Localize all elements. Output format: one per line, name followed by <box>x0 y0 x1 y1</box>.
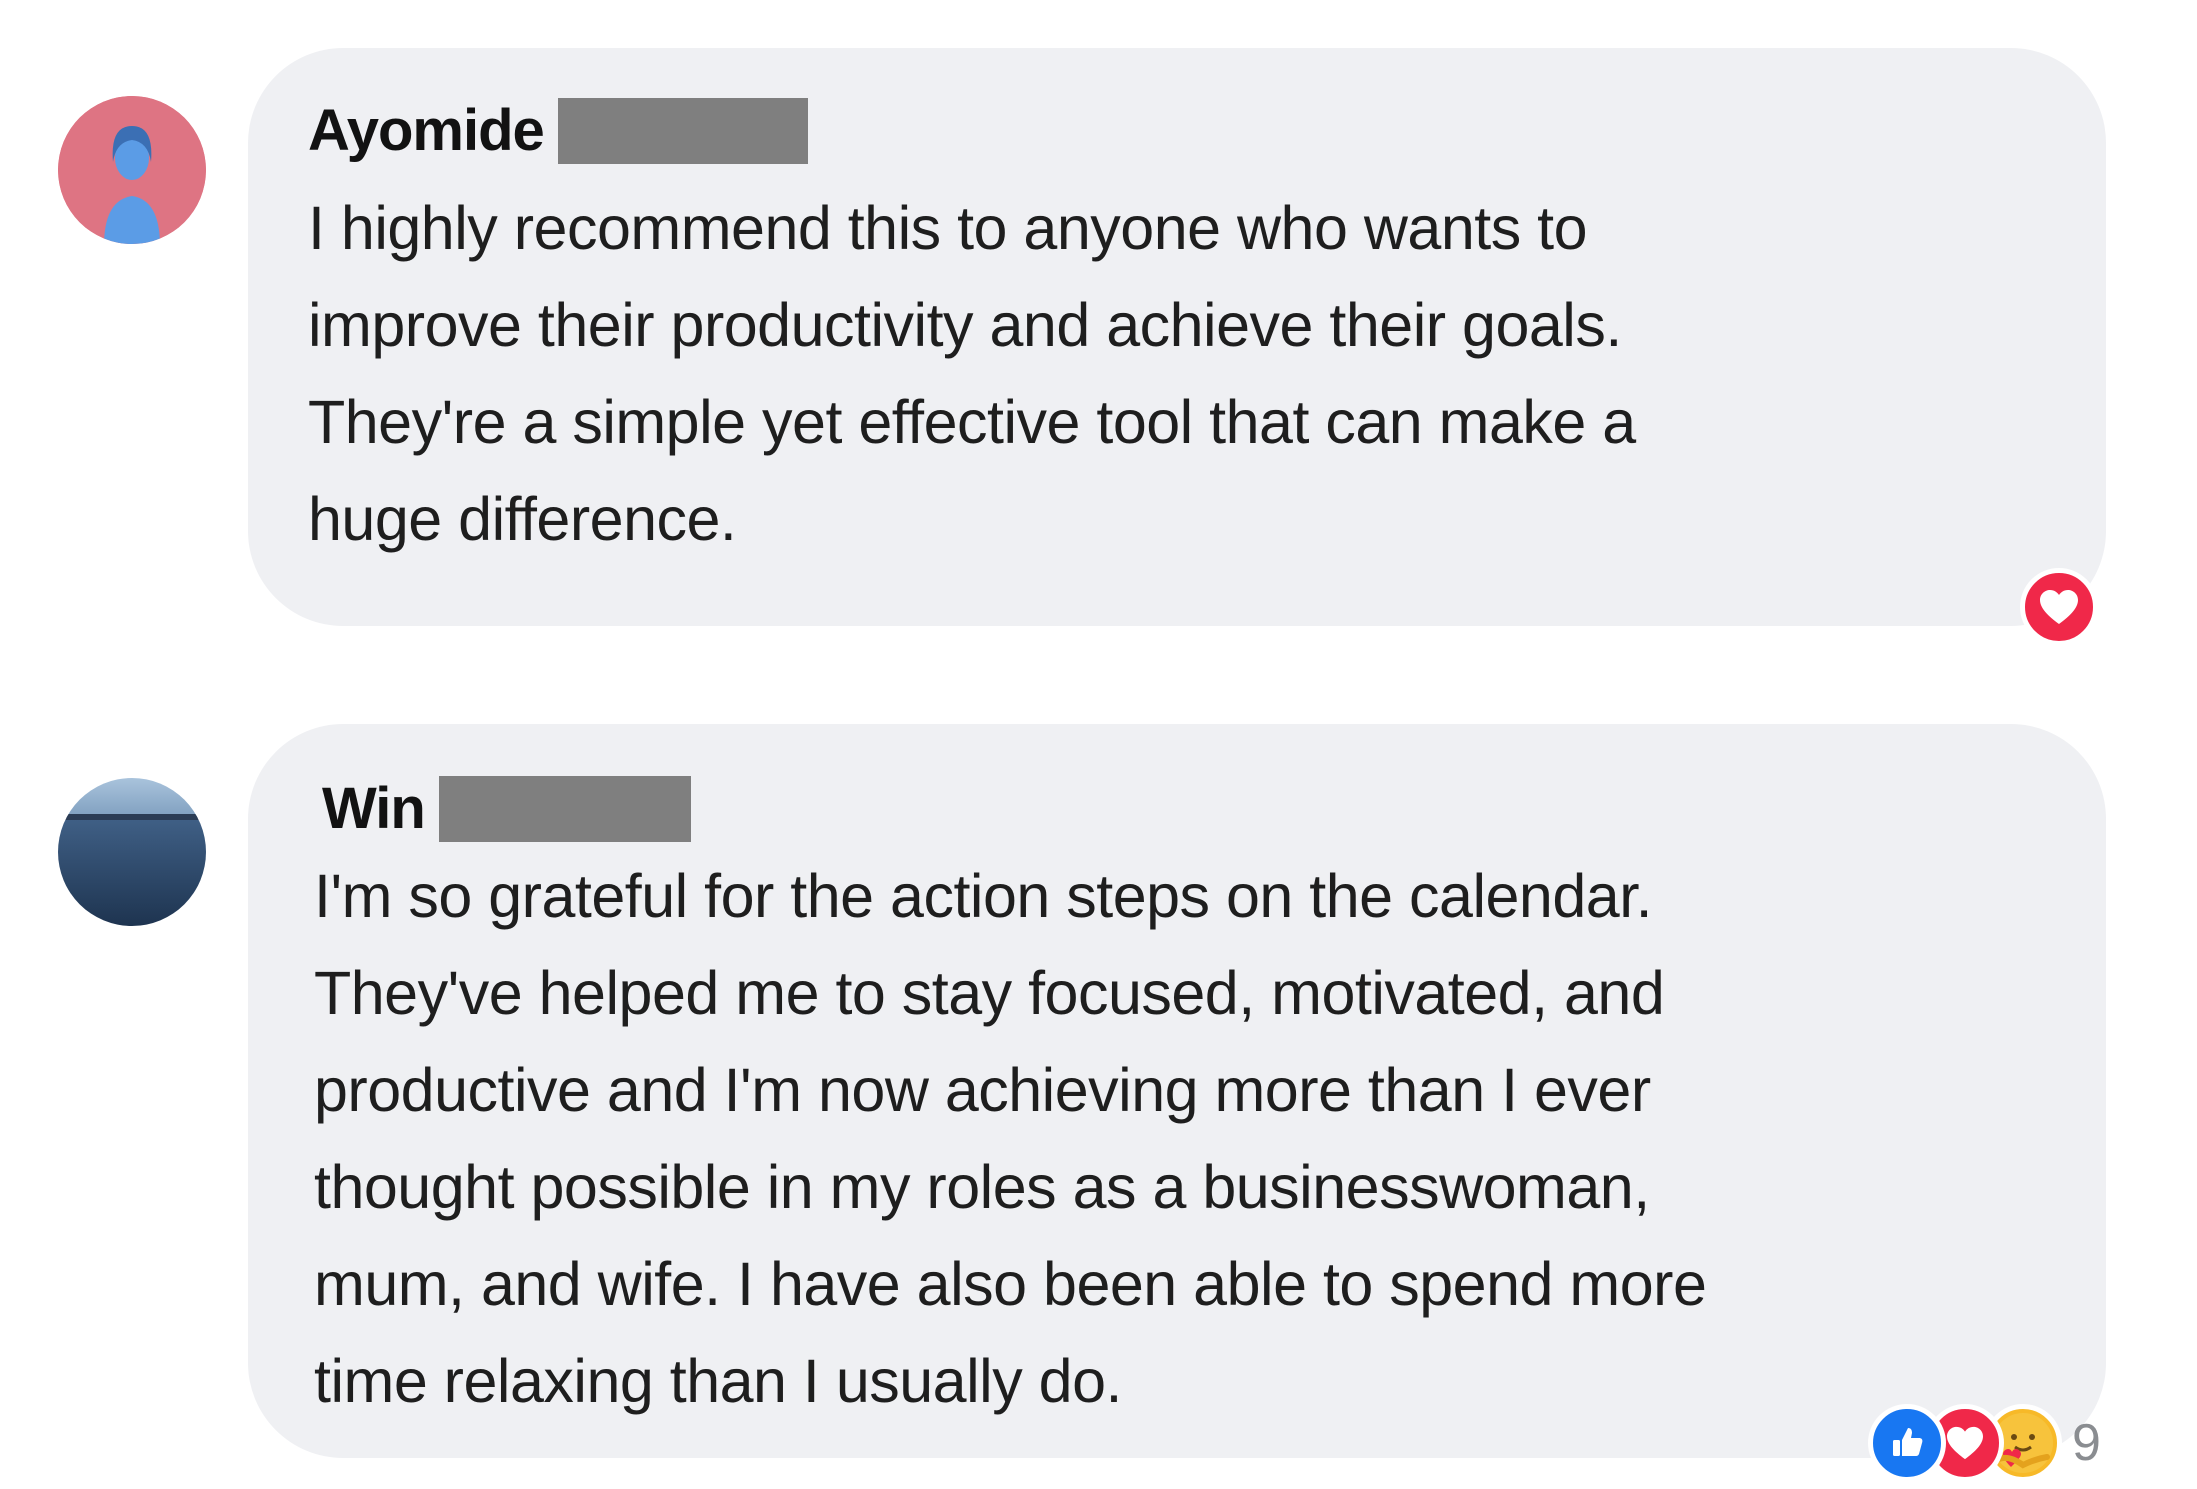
comment-line: time relaxing than I usually do. <box>314 1347 1122 1415</box>
seascape-avatar-icon <box>58 778 206 926</box>
comment-line: I highly recommend this to anyone who wa… <box>308 194 1588 262</box>
reaction-count: 9 <box>2072 1414 2101 1472</box>
redacted-surname <box>438 776 691 842</box>
author-row: Ayomide <box>308 98 808 164</box>
avatar-ayomide[interactable] <box>58 96 206 244</box>
like-icon <box>1868 1404 1946 1482</box>
comment-text: I'm so grateful for the action steps on … <box>314 848 1707 1430</box>
avatar-win[interactable] <box>58 778 206 926</box>
comment-line: huge difference. <box>308 485 737 553</box>
comment-line: thought possible in my roles as a busine… <box>314 1153 1650 1221</box>
love-icon <box>2020 568 2098 646</box>
comment-line: They're a simple yet effective tool that… <box>308 388 1636 456</box>
comment-line: They've helped me to stay focused, motiv… <box>314 959 1665 1027</box>
comment-line: improve their productivity and achieve t… <box>308 291 1622 359</box>
comment-line: productive and I'm now achieving more th… <box>314 1056 1651 1124</box>
reaction-badge[interactable] <box>2020 568 2098 646</box>
author-row: Win <box>322 776 691 842</box>
author-name-link[interactable]: Win <box>322 780 426 838</box>
author-name-link[interactable]: Ayomide <box>308 102 545 160</box>
redacted-surname <box>557 98 808 164</box>
comment-line: I'm so grateful for the action steps on … <box>314 862 1653 930</box>
comment-line: mum, and wife. I have also been able to … <box>314 1250 1707 1318</box>
reaction-badge[interactable]: 9 <box>1868 1404 2101 1482</box>
comment-text: I highly recommend this to anyone who wa… <box>308 180 1636 568</box>
person-avatar-icon <box>58 96 206 244</box>
